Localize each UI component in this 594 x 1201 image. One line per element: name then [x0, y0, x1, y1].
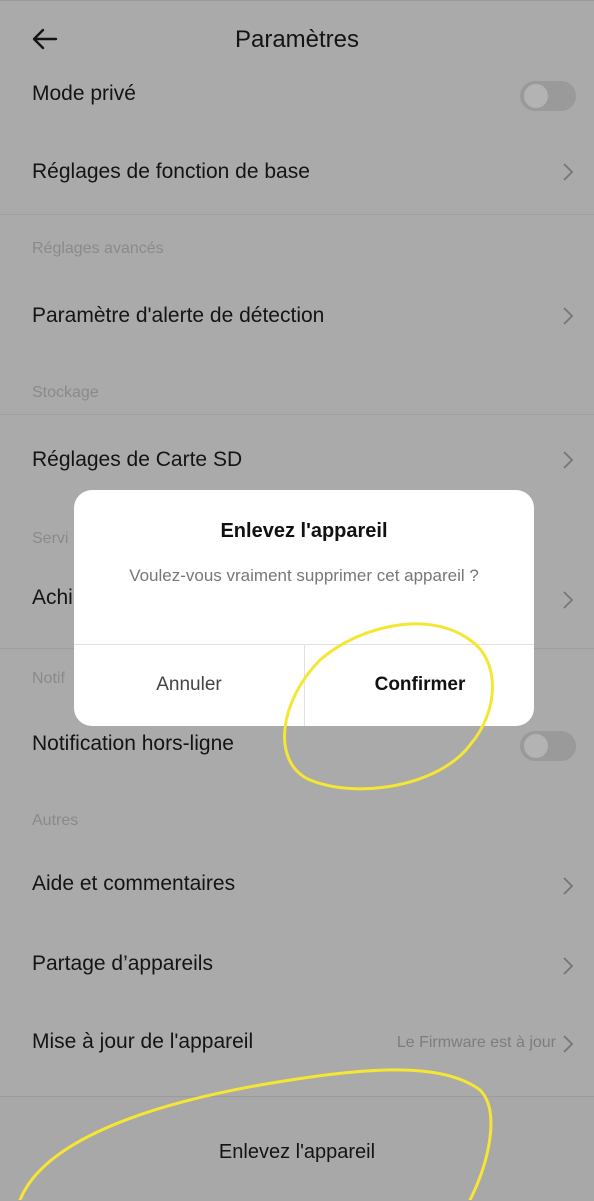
section-notifications: Notif [32, 670, 65, 687]
firmware-status: Le Firmware est à jour [396, 1034, 556, 1051]
setting-label: Achi [32, 586, 73, 609]
setting-label: Mode privé [32, 82, 136, 105]
section-advanced: Réglages avancés [32, 240, 164, 257]
setting-label: Notification hors-ligne [32, 732, 234, 755]
setting-device-sharing[interactable]: Partage d’appareils [0, 936, 594, 996]
setting-private-mode[interactable]: Mode privé [0, 76, 594, 116]
app-header: Paramètres [0, 0, 594, 80]
page-title: Paramètres [234, 26, 360, 53]
cancel-button[interactable]: Annuler [74, 644, 304, 726]
divider [0, 414, 594, 415]
dialog-title: Enlevez l'appareil [220, 520, 388, 542]
settings-page: Paramètres Mode privé Réglages de foncti… [0, 0, 594, 1201]
toggle-knob [524, 734, 548, 758]
bottom-action-bar: Enlevez l'appareil [0, 1096, 594, 1201]
setting-offline-notification[interactable]: Notification hors-ligne [0, 724, 594, 768]
remove-device-button[interactable]: Enlevez l'appareil [0, 1141, 594, 1164]
chevron-right-icon [562, 1034, 574, 1054]
dialog-message: Voulez-vous vraiment supprimer cet appar… [129, 566, 479, 585]
chevron-right-icon [562, 956, 574, 976]
section-services: Servi [32, 530, 69, 547]
setting-basic-functions[interactable]: Réglages de fonction de base [0, 140, 594, 210]
setting-sd-card[interactable]: Réglages de Carte SD [0, 424, 594, 494]
chevron-right-icon [562, 876, 574, 896]
private-mode-toggle[interactable] [520, 81, 576, 111]
setting-help-feedback[interactable]: Aide et commentaires [0, 856, 594, 916]
chevron-right-icon [562, 306, 574, 326]
setting-device-update[interactable]: Mise à jour de l'appareil Le Firmware es… [0, 1014, 594, 1074]
divider [0, 214, 594, 215]
setting-detection-alert[interactable]: Paramètre d'alerte de détection [0, 282, 594, 352]
section-others: Autres [32, 812, 79, 829]
chevron-right-icon [562, 590, 574, 610]
section-storage: Stockage [32, 384, 99, 401]
remove-device-dialog: Enlevez l'appareil Voulez-vous vraiment … [74, 490, 534, 726]
setting-label: Aide et commentaires [32, 872, 236, 895]
offline-notification-toggle[interactable] [520, 731, 576, 761]
toggle-knob [524, 84, 548, 108]
setting-label: Réglages de Carte SD [32, 448, 243, 471]
setting-label: Mise à jour de l'appareil [32, 1030, 254, 1053]
setting-label: Paramètre d'alerte de détection [32, 304, 325, 327]
chevron-right-icon [562, 162, 574, 182]
confirm-button[interactable]: Confirmer [305, 644, 534, 726]
chevron-right-icon [562, 450, 574, 470]
setting-label: Partage d’appareils [32, 952, 213, 975]
setting-label: Réglages de fonction de base [32, 160, 310, 183]
